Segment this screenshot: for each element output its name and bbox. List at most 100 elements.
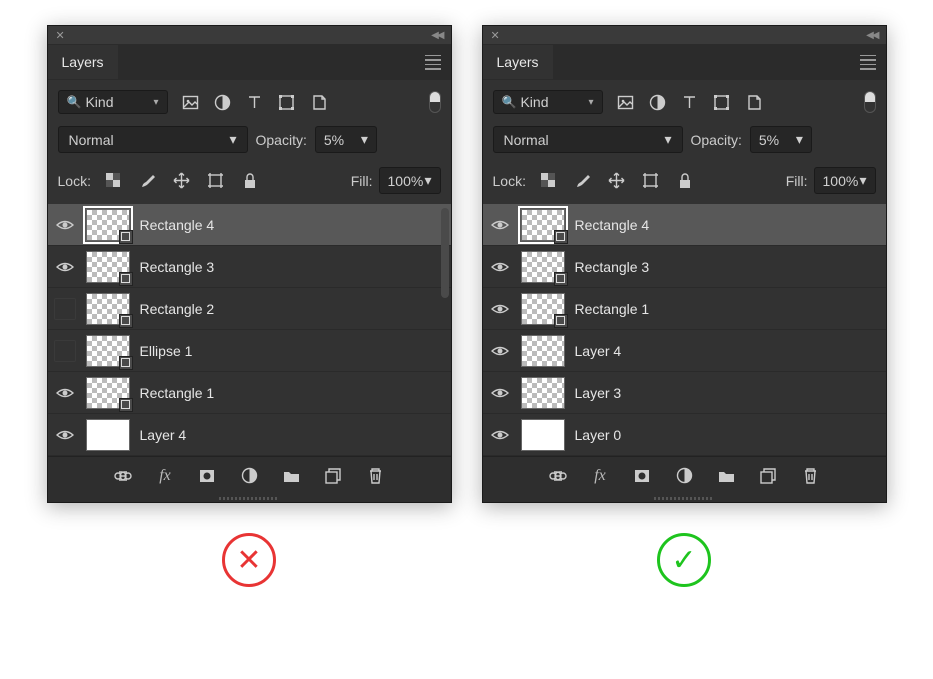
visibility-eye-icon[interactable] — [54, 424, 76, 446]
filter-smart-icon[interactable] — [310, 93, 328, 111]
layer-name[interactable]: Ellipse 1 — [140, 343, 193, 359]
layer-thumbnail[interactable] — [521, 209, 565, 241]
add-mask-icon[interactable] — [197, 466, 217, 486]
layer-row[interactable]: Layer 0 — [483, 414, 886, 456]
filter-smart-icon[interactable] — [745, 93, 763, 111]
fx-icon[interactable]: fx — [155, 466, 175, 486]
visibility-eye-icon[interactable] — [54, 256, 76, 278]
layer-name[interactable]: Rectangle 4 — [575, 217, 650, 233]
lock-all-icon[interactable] — [676, 172, 694, 190]
layer-thumbnail[interactable] — [86, 251, 130, 283]
layer-name[interactable]: Rectangle 1 — [575, 301, 650, 317]
layer-name[interactable]: Rectangle 3 — [575, 259, 650, 275]
fx-icon[interactable]: fx — [590, 466, 610, 486]
visibility-eye-icon[interactable] — [489, 298, 511, 320]
visibility-eye-icon[interactable] — [489, 382, 511, 404]
layer-row[interactable]: Ellipse 1 — [48, 330, 451, 372]
delete-layer-icon[interactable] — [365, 466, 385, 486]
filter-pixel-icon[interactable] — [617, 93, 635, 111]
lock-image-icon[interactable] — [574, 172, 592, 190]
layer-row[interactable]: Rectangle 3 — [48, 246, 451, 288]
new-adjustment-icon[interactable] — [674, 466, 694, 486]
tab-layers[interactable]: Layers — [483, 45, 553, 79]
filter-toggle[interactable] — [429, 91, 441, 113]
close-icon[interactable]: ✕ — [56, 29, 65, 42]
layer-name[interactable]: Layer 4 — [140, 427, 187, 443]
lock-artboard-icon[interactable] — [207, 172, 225, 190]
link-layers-icon[interactable] — [548, 466, 568, 486]
filter-toggle[interactable] — [864, 91, 876, 113]
layer-thumbnail[interactable] — [521, 251, 565, 283]
visibility-toggle-empty[interactable] — [54, 298, 76, 320]
visibility-eye-icon[interactable] — [489, 256, 511, 278]
layer-row[interactable]: Layer 3 — [483, 372, 886, 414]
layer-thumbnail[interactable] — [521, 335, 565, 367]
delete-layer-icon[interactable] — [800, 466, 820, 486]
layer-name[interactable]: Rectangle 1 — [140, 385, 215, 401]
filter-kind-dropdown[interactable]: 🔍Kind▾ — [58, 90, 168, 114]
collapse-icon[interactable]: ◀◀ — [431, 30, 442, 41]
lock-artboard-icon[interactable] — [642, 172, 660, 190]
layer-row[interactable]: Rectangle 1 — [483, 288, 886, 330]
layer-name[interactable]: Rectangle 2 — [140, 301, 215, 317]
layer-thumbnail[interactable] — [86, 293, 130, 325]
layer-name[interactable]: Layer 4 — [575, 343, 622, 359]
resize-grip[interactable] — [48, 494, 451, 502]
layer-thumbnail[interactable] — [521, 419, 565, 451]
lock-position-icon[interactable] — [173, 172, 191, 190]
layer-name[interactable]: Layer 0 — [575, 427, 622, 443]
fill-dropdown[interactable]: 100%▾ — [379, 167, 441, 194]
lock-transparency-icon[interactable] — [540, 172, 558, 190]
layer-thumbnail[interactable] — [86, 377, 130, 409]
filter-shape-icon[interactable] — [278, 93, 296, 111]
resize-grip[interactable] — [483, 494, 886, 502]
layer-row[interactable]: Rectangle 3 — [483, 246, 886, 288]
filter-shape-icon[interactable] — [713, 93, 731, 111]
scrollbar[interactable] — [441, 208, 449, 298]
filter-adjustment-icon[interactable] — [649, 93, 667, 111]
layer-thumbnail[interactable] — [86, 335, 130, 367]
filter-kind-dropdown[interactable]: 🔍Kind▾ — [493, 90, 603, 114]
filter-type-icon[interactable] — [246, 93, 264, 111]
visibility-eye-icon[interactable] — [54, 214, 76, 236]
opacity-dropdown[interactable]: 5%▾ — [750, 126, 812, 153]
visibility-eye-icon[interactable] — [489, 214, 511, 236]
new-adjustment-icon[interactable] — [239, 466, 259, 486]
add-mask-icon[interactable] — [632, 466, 652, 486]
visibility-eye-icon[interactable] — [489, 424, 511, 446]
layer-thumbnail[interactable] — [86, 419, 130, 451]
panel-menu-icon[interactable] — [850, 55, 886, 70]
panel-menu-icon[interactable] — [415, 55, 451, 70]
layer-name[interactable]: Rectangle 4 — [140, 217, 215, 233]
new-group-icon[interactable] — [716, 466, 736, 486]
new-group-icon[interactable] — [281, 466, 301, 486]
tab-layers[interactable]: Layers — [48, 45, 118, 79]
layer-row[interactable]: Rectangle 4 — [48, 204, 451, 246]
lock-position-icon[interactable] — [608, 172, 626, 190]
visibility-eye-icon[interactable] — [54, 382, 76, 404]
layer-name[interactable]: Rectangle 3 — [140, 259, 215, 275]
filter-adjustment-icon[interactable] — [214, 93, 232, 111]
layer-row[interactable]: Rectangle 2 — [48, 288, 451, 330]
layer-thumbnail[interactable] — [86, 209, 130, 241]
new-layer-icon[interactable] — [323, 466, 343, 486]
layer-thumbnail[interactable] — [521, 293, 565, 325]
layer-row[interactable]: Layer 4 — [48, 414, 451, 456]
lock-transparency-icon[interactable] — [105, 172, 123, 190]
collapse-icon[interactable]: ◀◀ — [866, 30, 877, 41]
layer-row[interactable]: Rectangle 1 — [48, 372, 451, 414]
close-icon[interactable]: ✕ — [491, 29, 500, 42]
layer-row[interactable]: Rectangle 4 — [483, 204, 886, 246]
new-layer-icon[interactable] — [758, 466, 778, 486]
filter-pixel-icon[interactable] — [182, 93, 200, 111]
visibility-toggle-empty[interactable] — [54, 340, 76, 362]
layer-row[interactable]: Layer 4 — [483, 330, 886, 372]
lock-all-icon[interactable] — [241, 172, 259, 190]
lock-image-icon[interactable] — [139, 172, 157, 190]
layer-name[interactable]: Layer 3 — [575, 385, 622, 401]
opacity-dropdown[interactable]: 5%▾ — [315, 126, 377, 153]
visibility-eye-icon[interactable] — [489, 340, 511, 362]
filter-type-icon[interactable] — [681, 93, 699, 111]
fill-dropdown[interactable]: 100%▾ — [814, 167, 876, 194]
blend-mode-dropdown[interactable]: Normal▾ — [493, 126, 683, 153]
